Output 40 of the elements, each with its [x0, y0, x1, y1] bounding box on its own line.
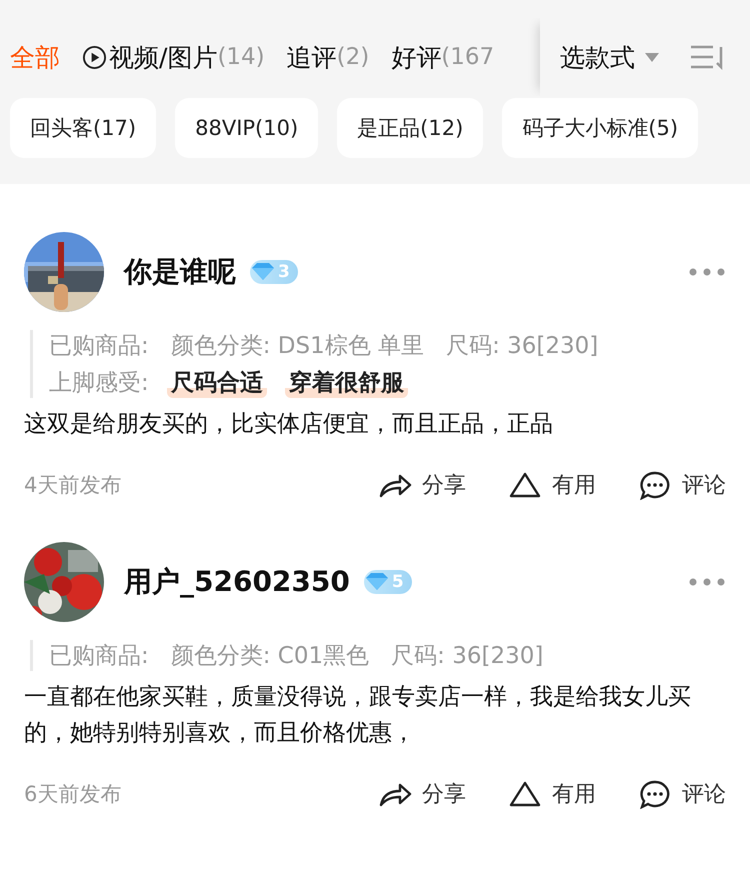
purchase-detail: 尺码: 36[230]: [391, 642, 544, 671]
tab[interactable]: 追评(2): [286, 40, 370, 74]
filter-chip[interactable]: 是正品(12): [337, 98, 484, 158]
action-button[interactable]: 分享: [378, 779, 466, 809]
purchase-detail: 颜色分类: C01黑色: [170, 642, 370, 671]
filter-chip[interactable]: 88VIP(10): [175, 98, 318, 158]
filter-chip[interactable]: 回头客(17): [10, 98, 156, 158]
filter-icon[interactable]: [689, 44, 725, 70]
level-badge: 3: [250, 260, 298, 284]
purchase-detail: 颜色分类: DS1棕色 单里: [170, 332, 424, 361]
post-time: 4天前发布: [24, 472, 122, 499]
filter-chip[interactable]: 码子大小标准(5): [502, 98, 698, 158]
tab[interactable]: 视频/图片(14): [82, 40, 265, 74]
feel-tag: 穿着很舒服: [284, 367, 408, 398]
purchase-label: 已购商品:: [49, 642, 149, 671]
action-button[interactable]: 分享: [378, 470, 466, 500]
triangle-icon: [508, 470, 542, 500]
feel-tag: 尺码合适: [166, 367, 267, 398]
triangle-icon: [508, 779, 542, 809]
comment-icon: [638, 779, 672, 809]
action-button[interactable]: 有用: [508, 470, 596, 500]
review-text: 这双是给朋友买的，比实体店便宜，而且正品，正品: [24, 410, 554, 439]
post-time: 6天前发布: [24, 781, 122, 808]
more-icon[interactable]: [688, 577, 726, 587]
tab[interactable]: 好评(167: [391, 40, 494, 74]
review-text: 一直都在他家买鞋，质量没得说，跟专卖店一样，我是给我女儿买的，她特别特别喜欢，而且价格优惠，: [24, 683, 692, 748]
comment-icon: [638, 470, 672, 500]
feel-label: 上脚感受:: [49, 369, 149, 398]
user-name: 你是谁呢: [124, 254, 236, 290]
action-button[interactable]: 有用: [508, 779, 596, 809]
caret-icon: [645, 52, 659, 62]
purchase-detail: 尺码: 36[230]: [446, 332, 598, 361]
level-badge: 5: [364, 570, 412, 594]
action-button[interactable]: 评论: [638, 779, 726, 809]
more-icon[interactable]: [688, 267, 726, 277]
action-button[interactable]: 评论: [638, 470, 726, 500]
style-dropdown[interactable]: 选款式: [540, 18, 665, 96]
purchase-label: 已购商品:: [49, 332, 149, 361]
user-name: 用户_52602350: [124, 564, 350, 600]
play-icon: [82, 44, 107, 70]
